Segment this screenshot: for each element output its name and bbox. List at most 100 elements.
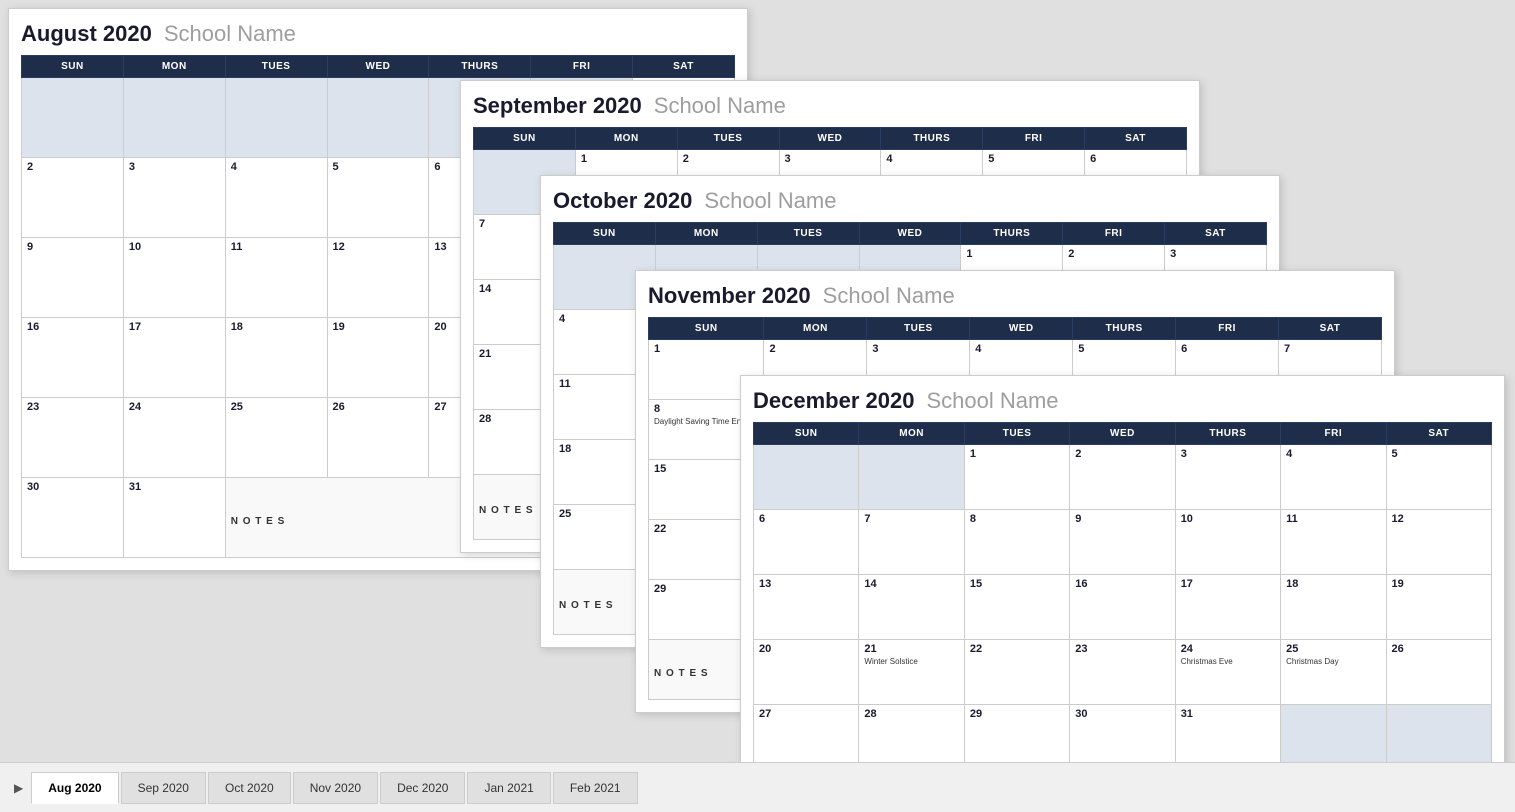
nov-month-title: November 2020 (648, 283, 811, 309)
sep-hdr-sat: SAT (1085, 128, 1187, 150)
tab-scroll-left[interactable]: ▶ (8, 781, 29, 795)
sep-hdr-thu: THURS (881, 128, 983, 150)
table-row: 30 (1070, 705, 1175, 763)
table-row: 26 (327, 398, 429, 478)
oct-hdr-wed: WED (859, 223, 961, 245)
table-row: 12 (327, 238, 429, 318)
aug-hdr-mon: MON (123, 56, 225, 78)
event-label: Christmas Eve (1181, 657, 1275, 666)
nov-hdr-thu: THURS (1073, 318, 1176, 340)
table-row: 15 (964, 575, 1069, 640)
oct-hdr-sat: SAT (1165, 223, 1267, 245)
table-row: 7 (859, 510, 964, 575)
aug-hdr-sun: SUN (22, 56, 124, 78)
table-row: 27 (754, 705, 859, 763)
oct-hdr-sun: SUN (554, 223, 656, 245)
dec-month-title: December 2020 (753, 388, 914, 414)
table-row: 3 (123, 158, 225, 238)
dec-hdr-thu: THURS (1175, 423, 1280, 445)
table-row: 16 (1070, 575, 1175, 640)
sep-hdr-wed: WED (779, 128, 881, 150)
nov-hdr-sat: SAT (1279, 318, 1382, 340)
table-row: 9 (1070, 510, 1175, 575)
table-row: 17 (1175, 575, 1280, 640)
table-row: 19 (327, 318, 429, 398)
sep-school-name: School Name (654, 93, 786, 119)
table-row: 6 (754, 510, 859, 575)
dec-hdr-sun: SUN (754, 423, 859, 445)
aug-hdr-sat: SAT (633, 56, 735, 78)
nov-hdr-wed: WED (970, 318, 1073, 340)
table-row: 3 (1175, 445, 1280, 510)
table-row: 9 (22, 238, 124, 318)
dec-hdr-fri: FRI (1281, 423, 1386, 445)
aug-hdr-thu: THURS (429, 56, 531, 78)
dec-grid: SUN MON TUES WED THURS FRI SAT 1 2 3 4 (753, 422, 1492, 762)
oct-hdr-thu: THURS (961, 223, 1063, 245)
table-row (327, 78, 429, 158)
oct-hdr-tue: TUES (757, 223, 859, 245)
dec-school-name: School Name (926, 388, 1058, 414)
table-row: 20 (754, 640, 859, 705)
oct-school-name: School Name (704, 188, 836, 214)
aug-hdr-wed: WED (327, 56, 429, 78)
table-row: 31 (123, 478, 225, 558)
table-row: 18 (225, 318, 327, 398)
oct-hdr-fri: FRI (1063, 223, 1165, 245)
table-row: 22 (964, 640, 1069, 705)
table-row: 14 (859, 575, 964, 640)
sep-hdr-tue: TUES (677, 128, 779, 150)
table-row: 24Christmas Eve (1175, 640, 1280, 705)
table-row: 2 (22, 158, 124, 238)
sep-month-title: September 2020 (473, 93, 642, 119)
table-row: 17 (123, 318, 225, 398)
table-row: 13 (754, 575, 859, 640)
tab-aug-2020[interactable]: Aug 2020 (31, 772, 118, 804)
table-row: 11 (225, 238, 327, 318)
table-row (1386, 705, 1491, 763)
table-row: 5 (1386, 445, 1491, 510)
table-row: 23 (1070, 640, 1175, 705)
tab-feb-2021[interactable]: Feb 2021 (553, 772, 638, 804)
table-row: 25Christmas Day (1281, 640, 1386, 705)
table-row: 26 (1386, 640, 1491, 705)
tab-jan-2021[interactable]: Jan 2021 (467, 772, 550, 804)
nov-hdr-mon: MON (764, 318, 867, 340)
december-calendar: December 2020 School Name SUN MON TUES W… (740, 375, 1505, 762)
table-row: 5 (327, 158, 429, 238)
taskbar: ▶ Aug 2020 Sep 2020 Oct 2020 Nov 2020 De… (0, 762, 1515, 812)
table-row: 19 (1386, 575, 1491, 640)
table-row (22, 78, 124, 158)
table-row: 25 (225, 398, 327, 478)
nov-hdr-fri: FRI (1176, 318, 1279, 340)
table-row: 8 (964, 510, 1069, 575)
table-row: 24 (123, 398, 225, 478)
table-row: 30 (22, 478, 124, 558)
table-row: 28 (859, 705, 964, 763)
table-row: 2 (1070, 445, 1175, 510)
tab-sep-2020[interactable]: Sep 2020 (121, 772, 206, 804)
dec-hdr-mon: MON (859, 423, 964, 445)
aug-hdr-fri: FRI (531, 56, 633, 78)
tab-dec-2020[interactable]: Dec 2020 (380, 772, 465, 804)
aug-hdr-tue: TUES (225, 56, 327, 78)
event-label: Christmas Day (1286, 657, 1380, 666)
table-row: 1 (964, 445, 1069, 510)
table-row (225, 78, 327, 158)
table-row (754, 445, 859, 510)
table-row: 10 (1175, 510, 1280, 575)
aug-month-title: August 2020 (21, 21, 152, 47)
nov-school-name: School Name (823, 283, 955, 309)
sep-hdr-fri: FRI (983, 128, 1085, 150)
nov-hdr-sun: SUN (649, 318, 764, 340)
table-row (1281, 705, 1386, 763)
oct-hdr-mon: MON (655, 223, 757, 245)
table-row: 16 (22, 318, 124, 398)
tab-nov-2020[interactable]: Nov 2020 (293, 772, 378, 804)
tab-oct-2020[interactable]: Oct 2020 (208, 772, 291, 804)
main-area: August 2020 School Name SUN MON TUES WED… (0, 0, 1515, 762)
dec-hdr-wed: WED (1070, 423, 1175, 445)
table-row: 18 (1281, 575, 1386, 640)
dec-hdr-sat: SAT (1386, 423, 1491, 445)
nov-hdr-tue: TUES (867, 318, 970, 340)
